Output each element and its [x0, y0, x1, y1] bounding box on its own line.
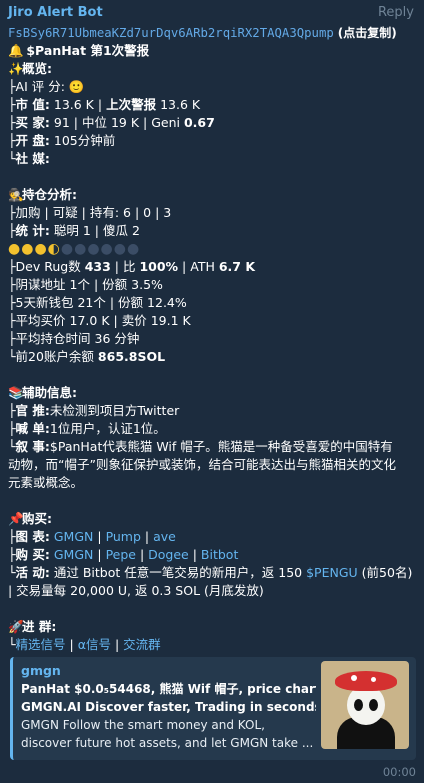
- empty-coin-icon: ●: [100, 241, 114, 257]
- story-row-3: 元素或概念。: [8, 475, 84, 490]
- empty-coin-icon: ●: [87, 241, 101, 257]
- copy-hint: (点击复制): [337, 26, 397, 40]
- chart-link-pump[interactable]: Pump: [106, 529, 141, 544]
- chart-link-ave[interactable]: ave: [153, 529, 176, 544]
- story-row: └叙 事:$PanHat代表熊猫 Wif 帽子。熊猫是一种备受喜爱的中国特有: [8, 439, 393, 454]
- holdings-header: 🕵持仓分析:: [8, 187, 77, 202]
- story-row-2: 动物，而“帽子”则象征保护或装饰，结合可能表达出与熊猫相关的文化: [8, 457, 396, 472]
- alert-title: 🔔 $PanHat 第1次警报: [8, 42, 416, 60]
- buy-link-gmgn[interactable]: GMGN: [54, 547, 94, 562]
- stats-row: ├统 计: 聪明 1 | 傻瓜 2: [8, 223, 140, 238]
- preview-title-2: GMGN.AI Discover faster, Trading in seco…: [21, 700, 316, 714]
- holdings-row1: ├加购 | 可疑 | 持有: 6 | 0 | 3: [8, 205, 172, 220]
- empty-coin-icon: ●: [74, 241, 88, 257]
- market-cap-row: ├市 值: 13.6 K | 上次警报 13.6 K: [8, 97, 201, 112]
- buy-link-bitbot[interactable]: Bitbot: [201, 547, 238, 562]
- avg-hold-row: ├平均持仓时间 36 分钟: [8, 331, 140, 346]
- preview-panda-image[interactable]: [321, 661, 409, 749]
- open-row: ├开 盘: 105分钟前: [8, 133, 116, 148]
- group-link-chat[interactable]: 交流群: [123, 637, 161, 652]
- buyers-row: ├买 家: 91 | 中位 19 K | Geni 0.67: [8, 115, 215, 130]
- avg-price-row: ├平均买价 17.0 K | 卖价 19.1 K: [8, 313, 191, 328]
- promo-row-2: | 交易量每 20,000 U, 返 0.3 SOL (月底发放): [8, 583, 264, 598]
- moon-coins-row: ●●●◐●●●●●●: [8, 240, 416, 258]
- buy-header: 📌购买:: [8, 511, 52, 526]
- pushpin-icon: 📌: [8, 511, 24, 526]
- top20-row: └前20账户余额 865.8SOL: [8, 349, 166, 364]
- overview-header: ✨概览:: [8, 61, 52, 76]
- buy-link-dogee[interactable]: Dogee: [148, 547, 189, 562]
- empty-coin-icon: ●: [126, 241, 141, 257]
- dev-row: ├Dev Rug数 433 | 比 100% | ATH 6.7 K: [8, 259, 256, 274]
- rocket-icon: 🚀: [8, 619, 24, 634]
- smile-icon: 🙂: [68, 79, 85, 94]
- ticker: $PanHat: [26, 43, 87, 58]
- preview-desc-2: discover future hot assets, and let GMGN…: [21, 736, 314, 750]
- preview-title-1: PanHat $0.0₅54468, 熊猫 Wif 帽子, price char…: [21, 682, 316, 696]
- official-row: ├官 推:未检测到项目方Twitter: [8, 403, 180, 418]
- contract-address[interactable]: FsBSy6R71UbmeaKZd7urDqv6ARb2rqiRX2TAQA3Q…: [8, 26, 334, 40]
- group-link-selected[interactable]: 精选信号: [16, 637, 66, 652]
- groups-header: 🚀进 群:: [8, 619, 57, 634]
- preview-desc-1: GMGN Follow the smart money and KOL,: [21, 718, 265, 732]
- reply-button[interactable]: Reply: [378, 4, 414, 22]
- buy-links-row: ├购 买: GMGN | Pepe | Dogee | Bitbot: [8, 547, 239, 562]
- books-icon: 📚: [8, 385, 24, 400]
- sparkles-icon: ✨: [8, 61, 24, 76]
- bundle-row: ├阴谋地址 1个 | 份额 3.5%: [8, 277, 163, 292]
- chart-link-gmgn[interactable]: GMGN: [54, 529, 94, 544]
- chart-links-row: ├图 表: GMGN | Pump | ave: [8, 529, 176, 544]
- link-preview[interactable]: gmgn PanHat $0.0₅54468, 熊猫 Wif 帽子, price…: [10, 657, 416, 760]
- sender-name[interactable]: Jiro Alert Bot: [8, 4, 103, 22]
- bell-icon: 🔔: [8, 43, 24, 58]
- full-coin-icon: ●: [34, 241, 48, 257]
- empty-coin-icon: ●: [60, 241, 75, 257]
- new-wallet-row: ├5天新钱包 21个 | 份额 12.4%: [8, 295, 187, 310]
- group-link-alpha[interactable]: α信号: [78, 637, 111, 652]
- empty-coin-icon: ●: [113, 241, 127, 257]
- alert-count: 第1次警报: [90, 43, 150, 58]
- contract-address-line[interactable]: FsBSy6R71UbmeaKZd7urDqv6ARb2rqiRX2TAQA3Q…: [8, 24, 416, 42]
- shout-row: ├喊 单:1位用户，认证1位。: [8, 421, 166, 436]
- social-row: └社 媒:: [8, 151, 50, 166]
- message-time: 00:00: [382, 765, 416, 779]
- full-coin-icon: ●: [21, 241, 35, 257]
- pengu-link[interactable]: $PENGU: [306, 565, 358, 580]
- group-links-row: └精选信号 | α信号 | 交流群: [8, 637, 161, 652]
- aux-header: 📚辅助信息:: [8, 385, 77, 400]
- full-coin-icon: ●: [8, 241, 22, 257]
- detective-icon: 🕵: [8, 187, 24, 202]
- ai-score-row: ├AI 评 分: 🙂: [8, 79, 85, 94]
- promo-row: └活 动: 通过 Bitbot 任意一笔交易的新用户，返 150 $PENGU …: [8, 565, 413, 580]
- half-coin-icon: ◐: [47, 241, 61, 257]
- buy-link-pepe[interactable]: Pepe: [106, 547, 136, 562]
